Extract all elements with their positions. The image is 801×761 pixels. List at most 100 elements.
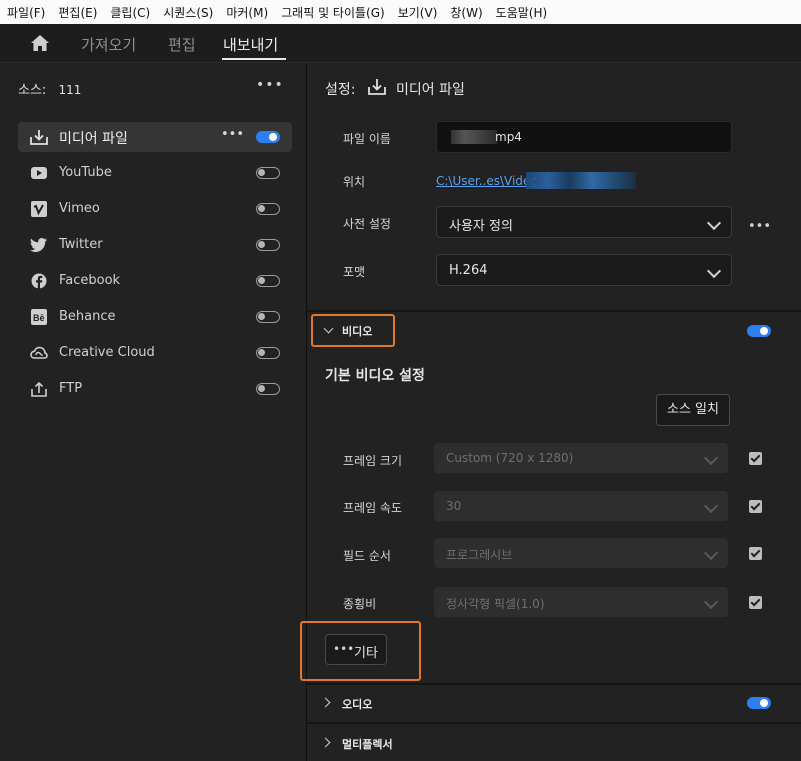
source-more-button[interactable]: ••• [256,77,284,93]
toggle-knob [258,349,265,356]
video-section-label[interactable]: 비디오 [342,323,372,339]
destination-toggle[interactable] [256,203,280,215]
destination-media-file[interactable]: 미디어 파일 ••• [18,122,292,152]
destination-toggle[interactable] [256,131,280,143]
toggle-knob [269,132,277,141]
chevron-right-icon[interactable] [320,737,331,748]
menu-window[interactable]: 창(W) [443,4,482,21]
export-settings-panel: 설정: 미디어 파일 파일 이름 mp4 위치 C:\User..es\Vide… [300,63,801,761]
frame-size-checkbox[interactable] [749,452,762,465]
audio-toggle[interactable] [747,697,771,709]
more-dots-icon: ••• [333,642,355,656]
preset-select[interactable]: 사용자 정의 [436,206,732,238]
source-label: 소스: [18,83,47,98]
menu-markers[interactable]: 마커(M) [219,4,268,21]
destination-creative-cloud[interactable]: Creative Cloud [18,338,292,368]
destination-label: Twitter [59,237,103,252]
chevron-right-icon[interactable] [320,697,331,708]
chevron-down-icon [706,263,722,279]
home-icon[interactable] [30,33,50,53]
chevron-down-icon [703,594,719,610]
twitter-icon [30,238,47,252]
field-order-select[interactable]: 프로그레시브 [434,538,728,568]
menu-file[interactable]: 파일(F) [0,4,45,21]
destination-behance[interactable]: Bē Behance [18,302,292,332]
toggle-knob [258,205,265,212]
filename-value: mp4 [495,130,522,144]
destination-label: FTP [59,381,83,396]
source-name: 111 [58,83,82,97]
aspect-label: 종횡비 [343,597,377,611]
frame-rate-label: 프레임 속도 [343,501,403,515]
frame-rate-checkbox[interactable] [749,500,762,513]
tab-edit[interactable]: 편집 [168,34,196,55]
destination-toggle[interactable] [256,275,280,287]
format-select[interactable]: H.264 [436,254,732,286]
basic-video-settings-title: 기본 비디오 설정 [325,368,425,384]
section-divider [307,310,801,312]
menu-edit[interactable]: 편집(E) [51,4,97,21]
chevron-down-icon [703,498,719,514]
menu-graphics[interactable]: 그래픽 및 타이틀(G) [274,4,385,21]
destination-toggle[interactable] [256,239,280,251]
location-link[interactable]: C:\User..es\Videc [436,174,537,188]
destination-label: YouTube [59,165,112,180]
facebook-icon [31,273,47,289]
ftp-upload-icon [31,381,47,397]
frame-size-select[interactable]: Custom (720 x 1280) [434,443,728,473]
video-toggle[interactable] [747,325,771,337]
redacted-filename [451,130,497,144]
multiplexer-section-label[interactable]: 멀티플렉서 [342,736,393,752]
youtube-icon [31,167,47,179]
preset-more-button[interactable]: ••• [748,219,771,234]
destination-label: Creative Cloud [59,345,155,360]
audio-section-label[interactable]: 오디오 [342,696,372,712]
destination-ftp[interactable]: FTP [18,374,292,404]
chevron-down-icon [703,545,719,561]
field-order-value: 프로그레시브 [446,548,513,562]
filename-field[interactable]: mp4 [436,121,732,153]
toggle-knob [258,313,265,320]
toggle-knob [258,277,265,284]
field-order-label: 필드 순서 [343,549,391,563]
more-settings-button[interactable]: ••• 기타 [325,634,387,665]
destination-label: 미디어 파일 [59,131,128,147]
destination-vimeo[interactable]: Vimeo [18,194,292,224]
aspect-select[interactable]: 정사각형 픽셀(1.0) [434,587,728,617]
menu-clip[interactable]: 클립(C) [103,4,150,21]
field-order-checkbox[interactable] [749,547,762,560]
aspect-value: 정사각형 픽셀(1.0) [446,597,545,611]
destination-label: Behance [59,309,116,324]
tab-import[interactable]: 가져오기 [81,34,136,55]
destination-more-button[interactable]: ••• [221,127,244,142]
frame-rate-value: 30 [446,499,462,513]
source-title: 소스: 111 [18,79,81,98]
destination-twitter[interactable]: Twitter [18,230,292,260]
export-file-icon [368,79,386,95]
export-file-icon [30,130,48,145]
vimeo-icon [31,201,47,217]
workspace-tab-bar: 가져오기 편집 내보내기 [0,24,801,63]
tab-export[interactable]: 내보내기 [223,34,278,55]
destination-toggle[interactable] [256,347,280,359]
destination-youtube[interactable]: YouTube [18,158,292,188]
frame-rate-select[interactable]: 30 [434,491,728,521]
section-divider [307,722,801,724]
menu-sequence[interactable]: 시퀀스(S) [156,4,213,21]
menu-help[interactable]: 도움말(H) [489,4,548,21]
filename-label: 파일 이름 [343,132,391,146]
format-label: 포맷 [343,265,366,279]
menu-view[interactable]: 보기(V) [391,4,438,21]
destination-toggle[interactable] [256,383,280,395]
aspect-checkbox[interactable] [749,596,762,609]
redacted-location [526,172,636,189]
destination-toggle[interactable] [256,311,280,323]
destination-toggle[interactable] [256,167,280,179]
more-settings-label: 기타 [354,646,378,661]
match-source-button[interactable]: 소스 일치 [656,394,730,426]
menu-bar: 파일(F) 편집(E) 클립(C) 시퀀스(S) 마커(M) 그래픽 및 타이틀… [0,0,801,24]
toggle-knob [258,241,265,248]
settings-target: 미디어 파일 [396,82,465,98]
chevron-down-icon [706,215,722,231]
destination-facebook[interactable]: Facebook [18,266,292,296]
